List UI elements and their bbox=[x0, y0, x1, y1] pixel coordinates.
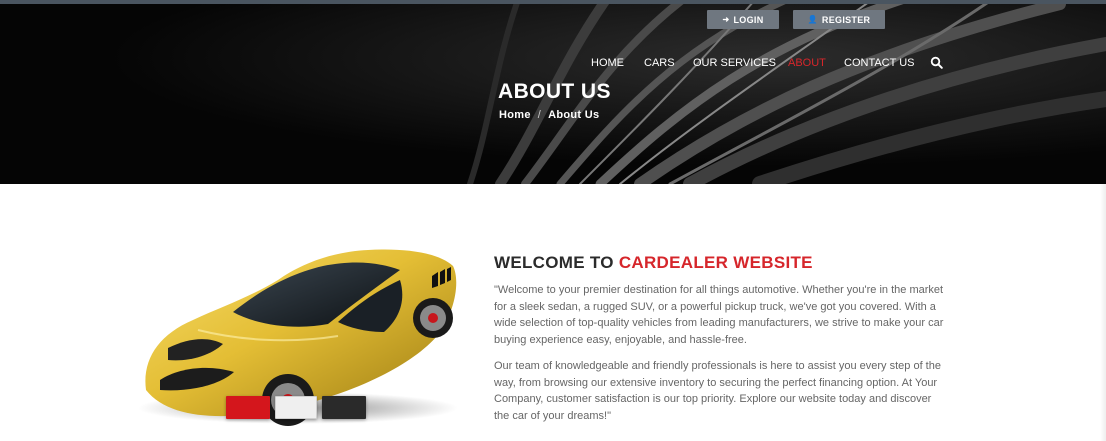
welcome-heading-prefix: WELCOME TO bbox=[494, 253, 614, 272]
login-button[interactable]: ➜ LOGIN bbox=[707, 10, 779, 29]
page-edge-shade bbox=[1100, 184, 1106, 441]
register-button[interactable]: 👤 REGISTER bbox=[793, 10, 885, 29]
car-thumbnail-red[interactable] bbox=[226, 396, 270, 419]
nav-home[interactable]: HOME bbox=[591, 56, 624, 70]
nav-contact-us[interactable]: CONTACT US bbox=[844, 56, 915, 70]
nav-about[interactable]: ABOUT bbox=[788, 56, 826, 70]
user-plus-icon: 👤 bbox=[807, 15, 818, 24]
car-thumbnail-black[interactable] bbox=[322, 396, 366, 419]
hero-banner: ➜ LOGIN 👤 REGISTER HOME CARS OUR SERVICE… bbox=[0, 4, 1106, 184]
sign-in-icon: ➜ bbox=[722, 15, 730, 24]
search-icon[interactable] bbox=[930, 56, 944, 70]
nav-cars[interactable]: CARS bbox=[644, 56, 675, 70]
login-label: LOGIN bbox=[733, 14, 764, 25]
welcome-heading-accent: CARDEALER WEBSITE bbox=[618, 253, 813, 272]
page-title: ABOUT US bbox=[498, 80, 611, 103]
breadcrumb: Home / About Us bbox=[499, 109, 599, 121]
breadcrumb-separator: / bbox=[537, 109, 542, 121]
car-thumbnail-silver[interactable] bbox=[275, 396, 317, 419]
breadcrumb-current: About Us bbox=[548, 109, 600, 121]
about-paragraph-2: Our team of knowledgeable and friendly p… bbox=[494, 360, 941, 422]
register-label: REGISTER bbox=[821, 14, 871, 25]
welcome-heading: WELCOME TO CARDEALER WEBSITE bbox=[494, 253, 813, 273]
nav-our-services[interactable]: OUR SERVICES bbox=[693, 56, 776, 70]
breadcrumb-home[interactable]: Home bbox=[499, 109, 531, 121]
about-paragraph-1: "Welcome to your premier destination for… bbox=[494, 284, 944, 346]
